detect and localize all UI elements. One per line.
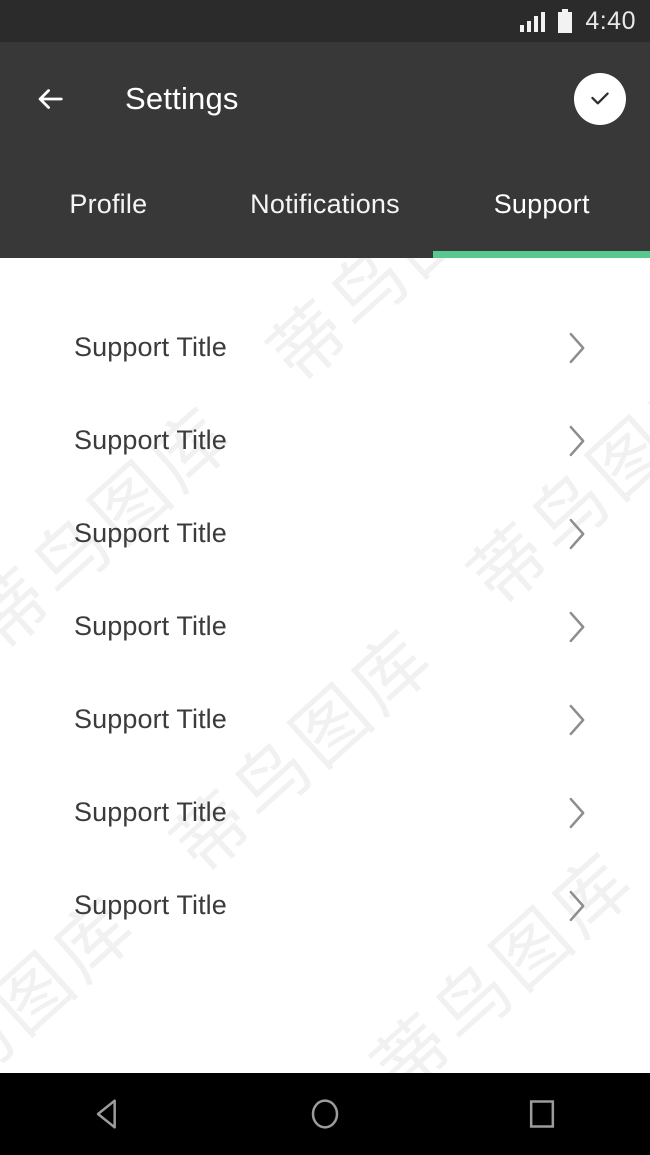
confirm-button[interactable] [574,73,626,125]
tab-support-indicator [433,251,650,258]
nav-recents-button[interactable] [494,1073,590,1155]
tab-profile-indicator [0,251,217,258]
status-bar-clock: 4:40 [585,9,636,34]
android-nav-bar [0,1073,650,1155]
status-icons: 4:40 [520,9,636,34]
app-bar: Settings [0,42,650,156]
list-item[interactable]: Support Title [0,301,650,394]
tab-profile-label: Profile [69,189,147,220]
chevron-right-icon [566,796,588,830]
list-item[interactable]: Support Title [0,580,650,673]
tab-support-label: Support [494,189,590,220]
list-item[interactable]: Support Title [0,673,650,766]
list-item-label: Support Title [74,518,227,549]
chevron-right-icon [566,517,588,551]
chevron-right-icon [566,610,588,644]
battery-full-icon [558,9,572,33]
triangle-back-icon [88,1094,128,1134]
list-item[interactable]: Support Title [0,859,650,952]
watermark-text: 蒂鸟图库 [546,1046,650,1073]
tab-bar: Profile Notifications Support [0,156,650,258]
list-item-label: Support Title [74,797,227,828]
chevron-right-icon [566,331,588,365]
list-item-label: Support Title [74,704,227,735]
circle-home-icon [305,1094,345,1134]
tab-notifications-label: Notifications [250,189,400,220]
tab-support[interactable]: Support [433,156,650,258]
chevron-right-icon [566,889,588,923]
list-item[interactable]: Support Title [0,394,650,487]
nav-home-button[interactable] [277,1073,373,1155]
tab-profile[interactable]: Profile [0,156,217,258]
back-button[interactable] [28,77,72,121]
support-list-panel: 蒂鸟图库 蒂鸟图库 蒂鸟图库 蒂鸟图库 蒂鸟图库 蒂鸟图库 蒂鸟图库 蒂鸟图库 … [0,258,650,1073]
tab-notifications-indicator [217,251,434,258]
list-item[interactable]: Support Title [0,487,650,580]
status-bar: 4:40 [0,0,650,42]
phone-screen: 4:40 Settings Profile Notifications [0,0,650,1155]
signal-bars-icon [520,11,546,32]
list-item-label: Support Title [74,611,227,642]
chevron-right-icon [566,703,588,737]
check-icon [587,86,613,112]
square-recents-icon [522,1094,562,1134]
list-item-label: Support Title [74,332,227,363]
list-item-label: Support Title [74,425,227,456]
chevron-right-icon [566,424,588,458]
support-list: Support Title Support Title Su [0,301,650,952]
page-title: Settings [125,81,239,117]
list-item[interactable]: Support Title [0,766,650,859]
arrow-left-icon [33,82,67,116]
list-item-label: Support Title [74,890,227,921]
tab-notifications[interactable]: Notifications [217,156,434,258]
nav-back-button[interactable] [60,1073,156,1155]
